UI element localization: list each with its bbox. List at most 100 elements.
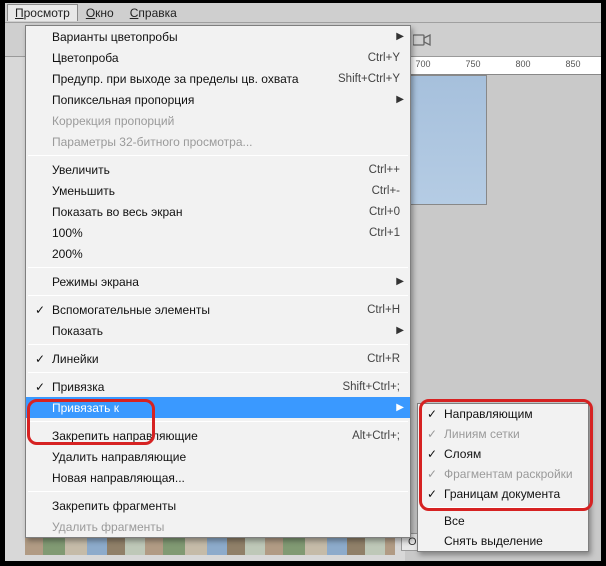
menubar-item-label: Окно [86,6,114,20]
view-menu-item[interactable]: УменьшитьCtrl+- [26,180,410,201]
view-menu-separator [28,155,408,156]
view-menu-item[interactable]: Закрепить фрагменты [26,495,410,516]
menu-item-label: Цветопроба [52,51,368,65]
snap-to-item[interactable]: ✓Границам документа [418,484,588,504]
menu-item-label: Привязка [52,380,342,394]
snap-to-separator [420,507,586,508]
view-menu-dropdown: Варианты цветопробы▶ЦветопробаCtrl+YПред… [25,25,411,538]
photoshop-window: Просмотр Окно Справка 700 750 800 850 Об… [4,2,602,562]
view-menu-item[interactable]: Варианты цветопробы▶ [26,26,410,47]
menu-item-label: Фрагментам раскройки [444,467,580,481]
ruler-mark: 750 [465,59,480,69]
view-menu-item[interactable]: Показать▶ [26,320,410,341]
menubar: Просмотр Окно Справка [5,3,601,23]
video-camera-icon [413,33,431,47]
menu-item-label: Закрепить фрагменты [52,499,400,513]
view-menu-item[interactable]: 200% [26,243,410,264]
snap-to-item[interactable]: ✓ Слоям [418,444,588,464]
view-menu-item[interactable]: ✓ЛинейкиCtrl+R [26,348,410,369]
menu-item-label: Все [444,514,580,528]
snap-to-item[interactable]: ✓Направляющим [418,404,588,424]
view-menu-item: Коррекция пропорций [26,110,410,131]
check-icon: ✓ [426,487,438,501]
snap-to-item: ✓ Фрагментам раскройки [418,464,588,484]
menu-item-label: Вспомогательные элементы [52,303,367,317]
thumbnail-strip [25,537,395,555]
view-menu-separator [28,344,408,345]
document-canvas[interactable] [407,75,487,205]
view-menu-item: Параметры 32-битного просмотра... [26,131,410,152]
menu-item-label: 100% [52,226,369,240]
submenu-arrow-icon: ▶ [396,402,404,413]
menu-item-label: Показать [52,324,400,338]
view-menu-item[interactable]: Закрепить направляющиеAlt+Ctrl+; [26,425,410,446]
submenu-arrow-icon: ▶ [396,94,404,105]
view-menu-separator [28,295,408,296]
snap-to-item[interactable]: Все [418,511,588,531]
view-menu-item: Удалить фрагменты [26,516,410,537]
view-menu-item[interactable]: Удалить направляющие [26,446,410,467]
menu-item-label: Снять выделение [444,534,580,548]
menubar-item-window[interactable]: Окно [78,4,122,22]
menu-item-label: Удалить фрагменты [52,520,400,534]
view-menu-item[interactable]: УвеличитьCtrl++ [26,159,410,180]
ruler-mark: 800 [515,59,530,69]
view-menu-separator [28,421,408,422]
menu-item-shortcut: Ctrl+H [367,304,400,316]
check-icon: ✓ [34,303,46,317]
view-menu-item[interactable]: ✓ ПривязкаShift+Ctrl+; [26,376,410,397]
snap-to-item: ✓ Линиям сетки [418,424,588,444]
view-menu-item[interactable]: Режимы экрана▶ [26,271,410,292]
menu-item-shortcut: Shift+Ctrl+Y [338,73,400,85]
snap-to-item[interactable]: Снять выделение [418,531,588,551]
submenu-arrow-icon: ▶ [396,276,404,287]
menu-item-shortcut: Ctrl+Y [368,52,400,64]
check-icon: ✓ [426,407,438,421]
view-menu-separator [28,267,408,268]
menu-item-label: Увеличить [52,163,369,177]
check-icon: ✓ [34,380,46,394]
view-menu-separator [28,491,408,492]
menu-item-label: Привязать к [52,401,400,415]
submenu-arrow-icon: ▶ [396,31,404,42]
menu-item-label: Новая направляющая... [52,471,400,485]
view-menu-item[interactable]: Попиксельная пропорция▶ [26,89,410,110]
ruler-mark: 850 [565,59,580,69]
view-menu-item[interactable]: 100%Ctrl+1 [26,222,410,243]
view-menu-item[interactable]: Привязать к▶ [26,397,410,418]
menu-item-label: Попиксельная пропорция [52,93,400,107]
menu-item-label: Уменьшить [52,184,372,198]
check-icon: ✓ [426,447,438,461]
check-icon: ✓ [34,352,46,366]
menu-item-label: Закрепить направляющие [52,429,352,443]
menu-item-label: Показать во весь экран [52,205,369,219]
menu-item-shortcut: Ctrl+0 [369,206,400,218]
menubar-item-view[interactable]: Просмотр [7,4,78,21]
snap-to-submenu: ✓Направляющим✓Линиям сетки✓Слоям✓Фрагмен… [417,403,589,552]
view-menu-item[interactable]: ЦветопробаCtrl+Y [26,47,410,68]
menubar-item-help[interactable]: Справка [122,4,185,22]
menu-item-label: Линиям сетки [444,427,580,441]
menu-item-label: Режимы экрана [52,275,400,289]
ruler-mark: 700 [415,59,430,69]
check-icon: ✓ [426,467,438,481]
menu-item-shortcut: Ctrl++ [369,164,400,176]
menu-item-shortcut: Shift+Ctrl+; [342,381,400,393]
menu-item-shortcut: Ctrl+R [367,353,400,365]
menu-item-label: Предупр. при выходе за пределы цв. охват… [52,72,338,86]
menubar-item-label: Просмотр [15,6,70,20]
view-menu-item[interactable]: ✓ Вспомогательные элементыCtrl+H [26,299,410,320]
menu-item-label: Слоям [444,447,580,461]
menubar-item-label: Справка [130,6,177,20]
view-menu-item[interactable]: Предупр. при выходе за пределы цв. охват… [26,68,410,89]
submenu-arrow-icon: ▶ [396,325,404,336]
menu-item-label: Параметры 32-битного просмотра... [52,135,400,149]
menu-item-label: Коррекция пропорций [52,114,400,128]
view-menu-separator [28,372,408,373]
check-icon: ✓ [426,427,438,441]
menu-item-label: Удалить направляющие [52,450,400,464]
view-menu-item[interactable]: Новая направляющая... [26,467,410,488]
horizontal-ruler: 700 750 800 850 [405,57,601,75]
view-menu-item[interactable]: Показать во весь экранCtrl+0 [26,201,410,222]
menu-item-shortcut: Ctrl+- [372,185,400,197]
